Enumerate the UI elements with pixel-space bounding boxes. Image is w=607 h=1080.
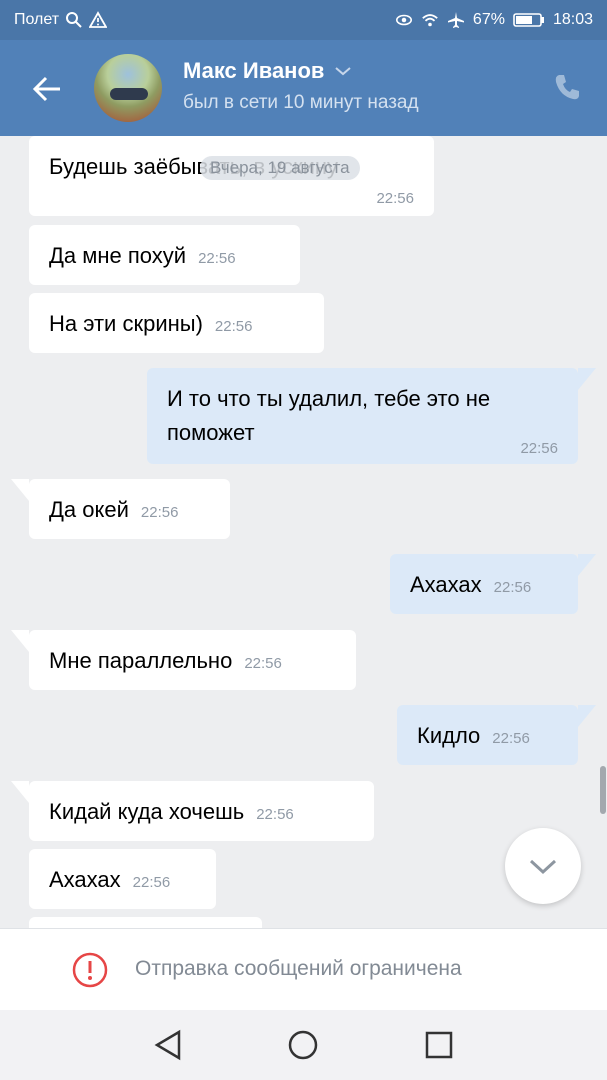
avatar[interactable] (94, 54, 162, 122)
last-seen-status: был в сети 10 минут назад (183, 92, 419, 113)
message-time: 22:56 (256, 806, 294, 823)
airplane-icon (447, 12, 464, 28)
incoming-message[interactable] (29, 917, 262, 928)
chevron-down-icon[interactable] (334, 65, 352, 77)
recents-square-icon[interactable] (422, 1028, 456, 1062)
carrier-label: Полет (14, 11, 60, 28)
chat-header: Макс Иванов был в сети 10 минут назад (0, 40, 607, 136)
message-list[interactable]: Будешь заёбывать, в ускину 22:56 Вчера, … (0, 136, 607, 928)
message-time: 22:56 (376, 190, 414, 207)
bubble-tail (11, 479, 29, 501)
message-text: Да мне похуй (49, 243, 187, 268)
phone-icon[interactable] (552, 72, 582, 102)
bubble-tail (578, 705, 596, 727)
battery-percent: 67% (472, 11, 505, 28)
message-text: И то что ты удалил, тебе это не поможет (167, 386, 491, 445)
contact-name-label: Макс Иванов (183, 58, 325, 83)
scroll-down-button[interactable] (505, 828, 581, 904)
message-text: Кидай куда хочешь (49, 799, 245, 824)
contact-name[interactable]: Макс Иванов (183, 58, 352, 84)
message-time: 22:56 (140, 504, 179, 521)
arrow-left-icon[interactable] (30, 72, 64, 106)
bubble-tail (11, 781, 29, 803)
bubble-tail (578, 368, 596, 390)
message-text: Да окей (49, 497, 129, 522)
message-text: Мне параллельно (49, 648, 233, 673)
warning-triangle-icon (89, 11, 108, 28)
message-time: 22:56 (198, 250, 236, 267)
exclamation-circle-icon (72, 952, 108, 988)
incoming-message[interactable]: Да мне похуй 22:56 (29, 225, 300, 285)
search-icon (66, 12, 82, 28)
incoming-message[interactable]: Мне параллельно 22:56 (29, 630, 356, 690)
incoming-message[interactable]: Да окей 22:56 (29, 479, 230, 539)
message-text: Ахахах (49, 867, 121, 892)
bubble-tail (11, 630, 29, 652)
outgoing-message[interactable]: Ахахах 22:56 (390, 554, 578, 614)
system-nav-bar (0, 1010, 607, 1080)
eye-icon (395, 14, 412, 26)
restriction-text: Отправка сообщений ограничена (135, 957, 462, 980)
incoming-message[interactable]: Ахахах 22:56 (29, 849, 216, 909)
status-bar: Полет 67% 18:03 (0, 0, 607, 40)
message-time: 22:56 (492, 730, 530, 747)
message-text: На эти скрины) (49, 311, 203, 336)
message-text: Ахахах (410, 572, 482, 597)
messaging-restricted-banner: Отправка сообщений ограничена (0, 928, 607, 1011)
outgoing-message[interactable]: И то что ты удалил, тебе это не поможет … (147, 368, 578, 464)
back-triangle-icon[interactable] (152, 1028, 186, 1062)
bubble-tail (578, 554, 596, 576)
incoming-message[interactable]: Кидай куда хочешь 22:56 (29, 781, 374, 841)
home-circle-icon[interactable] (286, 1028, 320, 1062)
message-time: 22:56 (132, 874, 171, 891)
chevron-down-icon (529, 859, 557, 875)
message-text: Кидло (417, 723, 481, 748)
clock: 18:03 (552, 11, 593, 28)
outgoing-message[interactable]: Кидло 22:56 (397, 705, 578, 765)
incoming-message[interactable]: На эти скрины) 22:56 (29, 293, 324, 353)
message-time: 22:56 (214, 318, 253, 335)
message-time: 22:56 (244, 655, 282, 672)
message-time: 22:56 (520, 440, 558, 457)
scrollbar[interactable] (600, 766, 606, 814)
date-separator: Вчера, 19 августа (200, 156, 360, 180)
message-time: 22:56 (493, 579, 532, 596)
battery-icon (513, 13, 544, 27)
wifi-icon (422, 14, 438, 27)
